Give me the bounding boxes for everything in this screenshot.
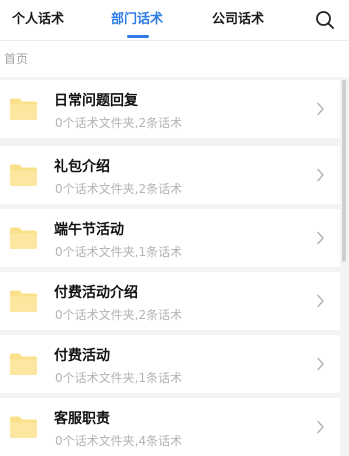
tab-company-scripts[interactable]: 公司话术 bbox=[212, 10, 264, 30]
search-icon bbox=[316, 11, 334, 29]
chevron-right-icon bbox=[317, 294, 324, 308]
folder-icon bbox=[10, 353, 37, 375]
header-divider bbox=[0, 40, 349, 41]
folder-name: 付费活动 bbox=[54, 348, 110, 364]
list-item[interactable]: 客服职责 0个话术文件夹,4条话术 bbox=[0, 398, 340, 456]
search-button[interactable] bbox=[314, 9, 336, 31]
folder-meta: 0个话术文件夹,1条话术 bbox=[55, 371, 183, 385]
folder-name: 礼包介绍 bbox=[54, 159, 110, 175]
list-item[interactable]: 礼包介绍 0个话术文件夹,2条话术 bbox=[0, 146, 340, 204]
folder-list: 日常问题回复 0个话术文件夹,2条话术 礼包介绍 0个话术文件夹,2条话术 端午… bbox=[0, 77, 349, 456]
active-tab-indicator bbox=[127, 35, 149, 38]
folder-meta: 0个话术文件夹,2条话术 bbox=[55, 116, 183, 130]
list-item[interactable]: 付费活动介绍 0个话术文件夹,2条话术 bbox=[0, 272, 340, 330]
folder-name: 客服职责 bbox=[54, 411, 110, 427]
folder-meta: 0个话术文件夹,1条话术 bbox=[55, 245, 183, 259]
folder-name: 端午节活动 bbox=[54, 222, 124, 238]
app-root: 个人话术 部门话术 公司话术 首页 日常问题回复 0个话术文件夹,2条话术 礼包… bbox=[0, 0, 349, 456]
chevron-right-icon bbox=[317, 357, 324, 371]
folder-meta: 0个话术文件夹,2条话术 bbox=[55, 308, 183, 322]
folder-icon bbox=[10, 227, 37, 249]
folder-meta: 0个话术文件夹,2条话术 bbox=[55, 182, 183, 196]
folder-icon bbox=[10, 290, 37, 312]
folder-meta: 0个话术文件夹,4条话术 bbox=[55, 434, 183, 448]
list-item[interactable]: 端午节活动 0个话术文件夹,1条话术 bbox=[0, 209, 340, 267]
folder-icon bbox=[10, 164, 37, 186]
breadcrumb-home[interactable]: 首页 bbox=[4, 50, 28, 68]
chevron-right-icon bbox=[317, 420, 324, 434]
folder-icon bbox=[10, 416, 37, 438]
tab-department-scripts[interactable]: 部门话术 bbox=[111, 10, 163, 30]
chevron-right-icon bbox=[317, 102, 324, 116]
list-item[interactable]: 日常问题回复 0个话术文件夹,2条话术 bbox=[0, 80, 340, 138]
folder-name: 付费活动介绍 bbox=[54, 285, 138, 301]
top-tab-bar: 个人话术 部门话术 公司话术 bbox=[0, 0, 349, 40]
tab-personal-scripts[interactable]: 个人话术 bbox=[12, 10, 64, 30]
list-item[interactable]: 付费活动 0个话术文件夹,1条话术 bbox=[0, 335, 340, 393]
folder-icon bbox=[10, 98, 37, 120]
folder-name: 日常问题回复 bbox=[54, 93, 138, 109]
scrollbar-thumb[interactable] bbox=[342, 80, 346, 262]
chevron-right-icon bbox=[317, 168, 324, 182]
chevron-right-icon bbox=[317, 231, 324, 245]
